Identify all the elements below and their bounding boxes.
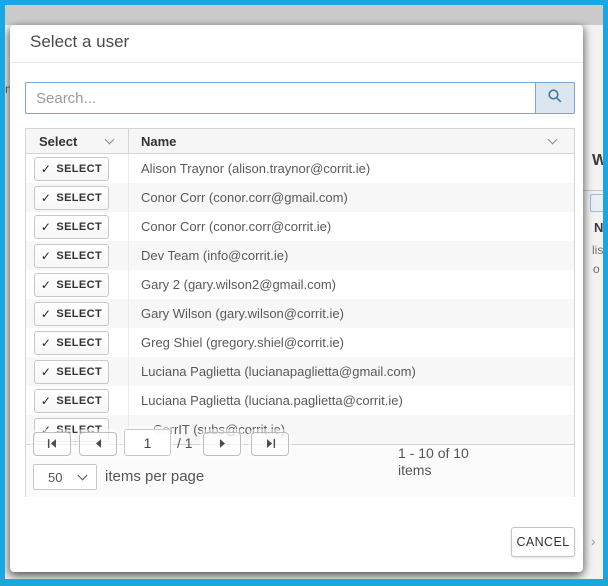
first-page-icon xyxy=(47,437,58,452)
next-page-icon xyxy=(217,437,228,452)
search-bar xyxy=(25,82,575,114)
background-fragment-n: N xyxy=(594,220,603,235)
column-header-name: Name xyxy=(129,129,574,153)
table-header: Select Name xyxy=(26,129,574,154)
check-icon: ✓ xyxy=(41,192,51,204)
select-button-label: SELECT xyxy=(56,250,102,262)
select-cell: ✓ SELECT xyxy=(26,212,129,241)
user-name: Dev Team (info@corrit.ie) xyxy=(129,241,574,270)
user-name: Gary Wilson (gary.wilson@corrit.ie) xyxy=(129,299,574,328)
user-name: Luciana Paglietta (luciana.paglietta@cor… xyxy=(129,386,574,415)
user-name: Conor Corr (conor.corr@corrit.ie) xyxy=(129,212,574,241)
page-size-value: 50 xyxy=(34,470,79,485)
check-icon: ✓ xyxy=(41,337,51,349)
items-range-label: 1 - 10 of 10 items xyxy=(398,445,480,479)
search-button[interactable] xyxy=(535,82,575,114)
background-fragment-o: o xyxy=(593,262,600,276)
select-button[interactable]: ✓ SELECT xyxy=(34,157,109,181)
pager-first-page-button[interactable] xyxy=(33,432,71,456)
select-button[interactable]: ✓ SELECT xyxy=(34,331,109,355)
table-row: ✓ SELECT Greg Shiel (gregory.shiel@corri… xyxy=(26,328,574,357)
column-header-select: Select xyxy=(26,129,129,153)
page-size-label: items per page xyxy=(105,468,204,485)
chevron-down-icon[interactable] xyxy=(548,135,558,145)
select-cell: ✓ SELECT xyxy=(26,357,129,386)
pager-next-page-button[interactable] xyxy=(203,432,241,456)
previous-page-icon xyxy=(93,437,104,452)
select-button-label: SELECT xyxy=(56,308,102,320)
check-icon: ✓ xyxy=(41,395,51,407)
page-size-select[interactable]: 50 xyxy=(33,464,97,490)
select-button[interactable]: ✓ SELECT xyxy=(34,273,109,297)
select-cell: ✓ SELECT xyxy=(26,328,129,357)
screenshot-frame: W N lis o › n Select a user xyxy=(0,0,608,586)
check-icon: ✓ xyxy=(41,279,51,291)
background-fragment-w: W xyxy=(592,152,607,170)
select-cell: ✓ SELECT xyxy=(26,183,129,212)
table-row: ✓ SELECT Conor Corr (conor.corr@gmail.co… xyxy=(26,183,574,212)
page-backdrop: W N lis o › n Select a user xyxy=(5,5,603,579)
users-table: Select Name ✓ SELECT Ali xyxy=(25,128,575,497)
user-name: CorrIT (subs@corrit.ie) xyxy=(129,415,574,444)
background-fragment-lis: lis xyxy=(592,243,603,257)
select-button-label: SELECT xyxy=(56,366,102,378)
select-button-label: SELECT xyxy=(56,221,102,233)
table-row: ✓ SELECT Gary 2 (gary.wilson2@gmail.com) xyxy=(26,270,574,299)
table-row: ✓ SELECT Alison Traynor (alison.traynor@… xyxy=(26,154,574,183)
select-button-label: SELECT xyxy=(56,279,102,291)
check-icon: ✓ xyxy=(41,366,51,378)
dialog-title: Select a user xyxy=(30,32,129,52)
pager-last-page-button[interactable] xyxy=(251,432,289,456)
select-button[interactable]: ✓ SELECT xyxy=(34,244,109,268)
select-button[interactable]: ✓ SELECT xyxy=(34,186,109,210)
select-button-label: SELECT xyxy=(56,337,102,349)
background-fragment-caret: › xyxy=(591,533,596,549)
table-row: ✓ SELECT Dev Team (info@corrit.ie) xyxy=(26,241,574,270)
select-button[interactable]: ✓ SELECT xyxy=(34,360,109,384)
backdrop-top-strip xyxy=(5,5,603,25)
select-cell: ✓ SELECT xyxy=(26,299,129,328)
select-button-label: SELECT xyxy=(56,192,102,204)
select-cell: ✓ SELECT xyxy=(26,386,129,415)
check-icon: ✓ xyxy=(41,163,51,175)
table-row: ✓ SELECT Luciana Paglietta (luciana.pagl… xyxy=(26,386,574,415)
search-icon xyxy=(547,88,563,109)
user-name: Luciana Paglietta (lucianapaglietta@gmai… xyxy=(129,357,574,386)
background-fragment-box xyxy=(590,194,606,212)
select-button-label: SELECT xyxy=(56,395,102,407)
check-icon: ✓ xyxy=(41,221,51,233)
table-row: ✓ SELECT Gary Wilson (gary.wilson@corrit… xyxy=(26,299,574,328)
select-cell: ✓ SELECT xyxy=(26,154,129,183)
page-total-label: / 1 xyxy=(177,435,193,451)
select-button[interactable]: ✓ SELECT xyxy=(34,302,109,326)
last-page-icon xyxy=(265,437,276,452)
pager-previous-page-button[interactable] xyxy=(79,432,117,456)
user-name: Gary 2 (gary.wilson2@gmail.com) xyxy=(129,270,574,299)
select-cell: ✓ SELECT xyxy=(26,241,129,270)
user-name: Greg Shiel (gregory.shiel@corrit.ie) xyxy=(129,328,574,357)
select-column-label: Select xyxy=(39,134,77,149)
name-column-label: Name xyxy=(141,134,176,149)
user-name: Alison Traynor (alison.traynor@corrit.ie… xyxy=(129,154,574,183)
search-input[interactable] xyxy=(25,82,535,114)
select-button-label: SELECT xyxy=(56,163,102,175)
chevron-down-icon xyxy=(78,471,88,481)
title-divider xyxy=(10,62,583,63)
select-user-dialog: Select a user Select xyxy=(10,25,583,572)
select-button[interactable]: ✓ SELECT xyxy=(34,389,109,413)
chevron-down-icon[interactable] xyxy=(105,135,115,145)
select-cell: ✓ SELECT xyxy=(26,270,129,299)
select-button[interactable]: ✓ SELECT xyxy=(34,215,109,239)
cancel-button[interactable]: CANCEL xyxy=(511,527,575,557)
page-number-input[interactable] xyxy=(124,429,171,456)
background-fragment-divider xyxy=(583,190,603,191)
table-row: ✓ SELECT Conor Corr (conor.corr@corrit.i… xyxy=(26,212,574,241)
table-row: ✓ SELECT Luciana Paglietta (lucianapagli… xyxy=(26,357,574,386)
user-name: Conor Corr (conor.corr@gmail.com) xyxy=(129,183,574,212)
check-icon: ✓ xyxy=(41,250,51,262)
check-icon: ✓ xyxy=(41,308,51,320)
